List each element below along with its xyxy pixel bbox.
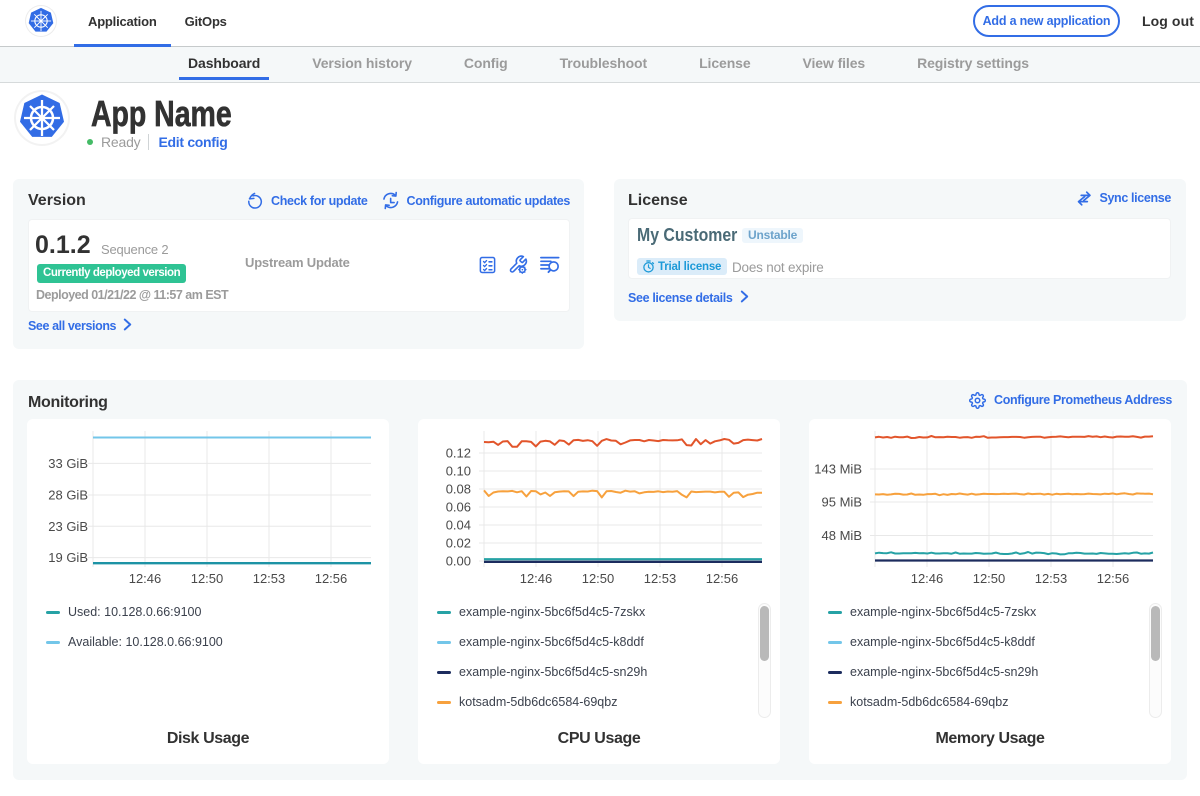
svg-text:12:53: 12:53: [644, 571, 677, 586]
svg-text:19 GiB: 19 GiB: [48, 550, 88, 565]
svg-text:12:53: 12:53: [1035, 571, 1068, 586]
svg-text:12:56: 12:56: [1097, 571, 1130, 586]
svg-text:12:46: 12:46: [911, 571, 944, 586]
svg-text:33 GiB: 33 GiB: [48, 456, 88, 471]
svg-text:12:50: 12:50: [191, 571, 224, 586]
svg-text:0.00: 0.00: [446, 554, 471, 569]
svg-text:12:53: 12:53: [253, 571, 286, 586]
svg-text:28 GiB: 28 GiB: [48, 488, 88, 503]
svg-text:0.10: 0.10: [446, 464, 471, 479]
svg-text:12:50: 12:50: [582, 571, 615, 586]
svg-text:0.12: 0.12: [446, 446, 471, 461]
svg-text:12:56: 12:56: [706, 571, 739, 586]
svg-text:0.04: 0.04: [446, 518, 471, 533]
svg-text:23 GiB: 23 GiB: [48, 519, 88, 534]
svg-text:143 MiB: 143 MiB: [814, 462, 862, 477]
svg-text:12:46: 12:46: [129, 571, 162, 586]
svg-text:12:56: 12:56: [315, 571, 348, 586]
svg-text:0.06: 0.06: [446, 500, 471, 515]
svg-text:12:46: 12:46: [520, 571, 553, 586]
svg-text:0.08: 0.08: [446, 482, 471, 497]
svg-text:48 MiB: 48 MiB: [822, 528, 862, 543]
svg-text:95 MiB: 95 MiB: [822, 495, 862, 510]
svg-text:12:50: 12:50: [973, 571, 1006, 586]
svg-text:0.02: 0.02: [446, 536, 471, 551]
